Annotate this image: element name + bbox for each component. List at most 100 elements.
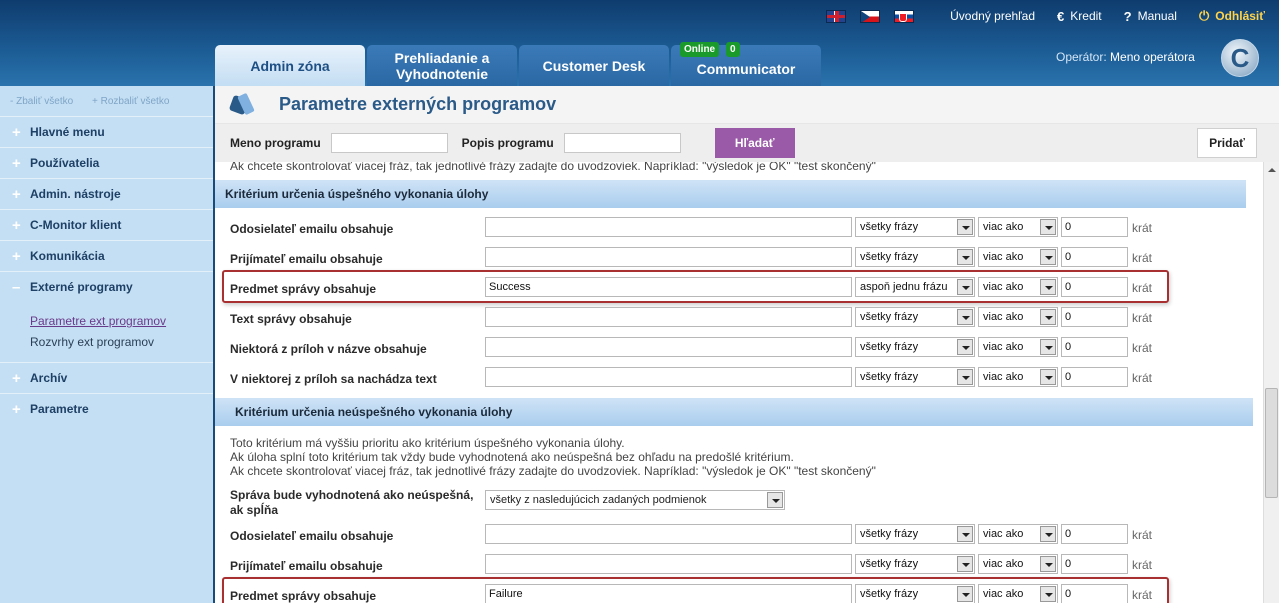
match-select[interactable]: všetky frázy [855, 367, 975, 387]
czech-flag-icon[interactable] [860, 9, 881, 23]
count-input[interactable]: 0 [1061, 247, 1128, 267]
dropdown-arrow-icon [1040, 586, 1056, 602]
dropdown-arrow-icon [1040, 249, 1056, 265]
logo-icon: C [1221, 39, 1259, 77]
compare-select[interactable]: viac ako [978, 247, 1058, 267]
compare-select[interactable]: viac ako [978, 307, 1058, 327]
dropdown-arrow-icon [1040, 279, 1056, 295]
search-button[interactable]: Hľadať [714, 128, 795, 158]
logout-link[interactable]: ⏻ Odhlásiť [1199, 8, 1265, 24]
compare-select[interactable]: viac ako [978, 524, 1058, 544]
success-row-attachment-text: V niektorej z príloh sa nachádza text vš… [215, 366, 1255, 392]
sidebar-item-admin-tools[interactable]: + Admin. nástroje [0, 178, 213, 209]
compare-select[interactable]: viac ako [978, 554, 1058, 574]
match-select[interactable]: všetky frázy [855, 217, 975, 237]
count-badge: 0 [726, 42, 740, 57]
plus-icon: + [12, 185, 21, 203]
phrase-input[interactable] [485, 307, 852, 327]
operator-name[interactable]: Meno operátora [1110, 50, 1195, 64]
phrase-input[interactable] [485, 367, 852, 387]
phrase-input[interactable] [485, 217, 852, 237]
success-row-recipient: Prijímateľ emailu obsahuje všetky frázy … [215, 246, 1255, 272]
program-name-input[interactable] [330, 133, 448, 153]
phrase-input[interactable] [485, 247, 852, 267]
sidebar-item-archive[interactable]: + Archív [0, 362, 213, 393]
count-input[interactable]: 0 [1061, 367, 1128, 387]
success-row-attachment-name: Niektorá z príloh v názve obsahuje všetk… [215, 336, 1255, 362]
sidebar-item-users[interactable]: + Používatelia [0, 147, 213, 178]
program-name-label: Meno programu [230, 136, 321, 150]
tab-admin-zone[interactable]: Admin zóna [215, 45, 365, 86]
credit-link[interactable]: € Kredit [1057, 9, 1102, 24]
vertical-scrollbar[interactable] [1263, 162, 1279, 603]
sidebar-subitem-ext-params[interactable]: Parametre ext programov [30, 314, 213, 335]
power-icon: ⏻ [1198, 8, 1210, 23]
dropdown-arrow-icon [1040, 526, 1056, 542]
condition-label: Správa bude vyhodnotená ako neúspešná, a… [230, 488, 474, 517]
compare-select[interactable]: viac ako [978, 367, 1058, 387]
dropdown-arrow-icon [1040, 219, 1056, 235]
manual-link[interactable]: ? Manual [1124, 9, 1177, 24]
count-input[interactable]: 0 [1061, 277, 1128, 297]
hint-text-cut: Ak chcete skontrolovať viacej fráz, tak … [230, 162, 876, 173]
compare-select[interactable]: viac ako [978, 217, 1058, 237]
success-section-header: Kritérium určenia úspešného vykonania úl… [215, 180, 1246, 208]
sidebar-item-parameters[interactable]: + Parametre [0, 393, 213, 424]
match-select[interactable]: všetky frázy [855, 307, 975, 327]
condition-select[interactable]: všetky z nasledujúcich zadaných podmieno… [485, 490, 785, 510]
scroll-up-icon[interactable] [1264, 162, 1279, 178]
count-input[interactable]: 0 [1061, 307, 1128, 327]
sidebar-subitem-ext-schedules[interactable]: Rozvrhy ext programov [30, 335, 213, 356]
phrase-input[interactable]: Failure [485, 584, 852, 603]
dropdown-arrow-icon [957, 526, 973, 542]
program-desc-label: Popis programu [461, 136, 554, 150]
phrase-input[interactable] [485, 337, 852, 357]
failure-info-text: Toto kritérium má vyššiu prioritu ako kr… [230, 436, 876, 478]
dropdown-arrow-icon [957, 556, 973, 572]
help-icon: ? [1123, 8, 1132, 24]
collapse-all-link[interactable]: - Zbaliť všetko [10, 96, 73, 107]
search-bar: Meno programu Popis programu Hľadať Prid… [215, 124, 1279, 162]
program-desc-input[interactable] [563, 133, 681, 153]
sidebar-item-cmonitor-client[interactable]: + C-Monitor klient [0, 209, 213, 240]
match-select[interactable]: všetky frázy [855, 554, 975, 574]
match-select[interactable]: všetky frázy [855, 524, 975, 544]
scroll-thumb[interactable] [1265, 388, 1278, 498]
home-link[interactable]: Úvodný prehľad [950, 9, 1035, 23]
tab-browsing-evaluation[interactable]: Prehliadanie a Vyhodnotenie [367, 45, 517, 86]
slovak-flag-icon[interactable] [894, 9, 915, 23]
tab-customer-desk[interactable]: Customer Desk [519, 45, 669, 86]
plus-icon: + [12, 123, 21, 141]
success-row-subject: Predmet správy obsahuje Success aspoň je… [215, 276, 1255, 302]
dropdown-arrow-icon [1040, 309, 1056, 325]
count-input[interactable]: 0 [1061, 217, 1128, 237]
dropdown-arrow-icon [1040, 339, 1056, 355]
dropdown-arrow-icon [957, 309, 973, 325]
match-select[interactable]: všetky frázy [855, 247, 975, 267]
match-select[interactable]: všetky frázy [855, 584, 975, 603]
count-input[interactable]: 0 [1061, 554, 1128, 574]
failure-row-recipient: Prijímateľ emailu obsahuje všetky frázy … [215, 553, 1255, 579]
add-button[interactable]: Pridať [1197, 128, 1257, 158]
count-input[interactable]: 0 [1061, 337, 1128, 357]
phrase-input[interactable] [485, 524, 852, 544]
failure-row-subject: Predmet správy obsahuje Failure všetky f… [215, 583, 1255, 603]
compare-select[interactable]: viac ako [978, 277, 1058, 297]
compare-select[interactable]: viac ako [978, 337, 1058, 357]
english-flag-icon[interactable] [826, 9, 847, 23]
phrase-input[interactable] [485, 554, 852, 574]
sidebar-item-external-programs[interactable]: – Externé programy [0, 271, 213, 302]
expand-all-link[interactable]: + Rozbaliť všetko [92, 96, 169, 107]
count-input[interactable]: 0 [1061, 584, 1128, 603]
sidebar-item-communication[interactable]: + Komunikácia [0, 240, 213, 271]
sidebar: - Zbaliť všetko + Rozbaliť všetko + Hlavn… [0, 86, 213, 603]
count-input[interactable]: 0 [1061, 524, 1128, 544]
phrase-input[interactable]: Success [485, 277, 852, 297]
match-select[interactable]: aspoň jednu frázu [855, 277, 975, 297]
dropdown-arrow-icon [1040, 556, 1056, 572]
compare-select[interactable]: viac ako [978, 584, 1058, 603]
dropdown-arrow-icon [767, 492, 783, 508]
sidebar-item-main-menu[interactable]: + Hlavné menu [0, 116, 213, 147]
plus-icon: + [12, 247, 21, 265]
match-select[interactable]: všetky frázy [855, 337, 975, 357]
